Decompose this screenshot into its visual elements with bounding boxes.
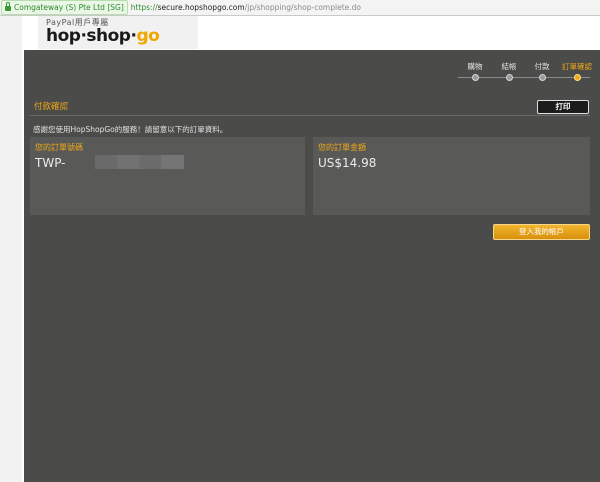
order-amount-value: US$14.98: [318, 156, 377, 170]
order-number-value: TWP-: [35, 156, 66, 170]
page-title: 付款確認: [34, 102, 69, 112]
url-path: /jp/shopping/shop-complete.do: [244, 3, 361, 12]
step-payment: 付款: [522, 62, 562, 81]
step-order-confirm: 訂單確認: [557, 62, 597, 81]
logo-wordmark[interactable]: hop·shop·go: [46, 26, 160, 46]
step-dot-icon: [538, 74, 546, 81]
thanks-message: 感謝您使用HopShopGo的服務！請留意以下的訂單資料。: [33, 125, 228, 134]
order-amount-label: 您的訂單金額: [318, 143, 366, 152]
step-label: 訂單確認: [562, 62, 592, 71]
url-scheme: https://: [130, 3, 158, 12]
ssl-certificate-badge[interactable]: Comgateway (S) Pte Ltd [SG]: [1, 0, 128, 15]
step-dot-icon: [505, 74, 513, 81]
redacted-order-number: [95, 155, 184, 169]
step-dot-icon: [471, 74, 479, 81]
order-amount-box: 您的訂單金額 US$14.98: [313, 137, 590, 215]
divider: [30, 115, 590, 116]
lock-icon: [5, 2, 11, 11]
step-dot-icon: [573, 74, 581, 81]
login-my-account-button[interactable]: 登入我的帳戶: [493, 224, 590, 240]
logo-wordmark-accent: go: [136, 26, 160, 46]
url-host: secure.hopshopgo.com: [157, 3, 245, 12]
address-bar[interactable]: Comgateway (S) Pte Ltd [SG] https://secu…: [0, 0, 600, 16]
logo-wordmark-main: hop·shop·: [46, 26, 137, 46]
step-label: 付款: [534, 62, 550, 71]
print-button[interactable]: 打印: [537, 100, 589, 114]
certificate-label: Comgateway (S) Pte Ltd [SG]: [14, 3, 124, 12]
url-text[interactable]: https://secure.hopshopgo.com/jp/shopping…: [131, 3, 361, 12]
order-number-box: 您的訂單號碼 TWP-: [30, 137, 305, 215]
page-gutter: [0, 16, 22, 482]
order-number-label: 您的訂單號碼: [35, 143, 83, 152]
